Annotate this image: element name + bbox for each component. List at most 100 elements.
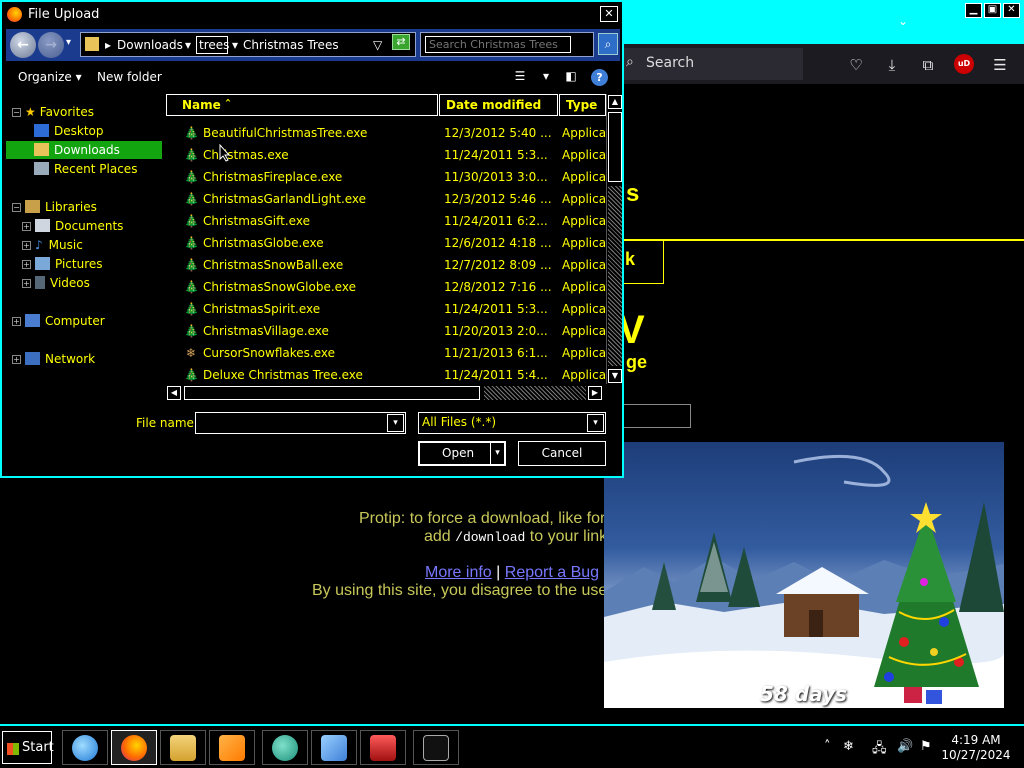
- file-row[interactable]: ❄ CursorSnowflakes.exe 11/21/2013 6:1... Ap…: [166, 342, 606, 364]
- file-row[interactable]: 🎄 Deluxe Christmas Tree.exe 11/24/2011 5:4…: [166, 364, 606, 386]
- address-segment-downloads[interactable]: Downloads: [117, 38, 183, 52]
- taskbar-app-globe[interactable]: [262, 730, 308, 765]
- file-row[interactable]: 🎄 Christmas.exe 11/24/2011 5:3... Applicati: [166, 144, 606, 166]
- scroll-down-icon[interactable]: ▼: [608, 369, 622, 383]
- expand-icon[interactable]: +: [12, 355, 21, 364]
- open-split-dropdown-icon[interactable]: ▾: [490, 443, 504, 464]
- nav-computer[interactable]: + Computer: [12, 312, 105, 330]
- file-row[interactable]: 🎄 BeautifulChristmasTree.exe 12/3/2012 5:4…: [166, 122, 606, 144]
- maximize-button[interactable]: ▣: [984, 3, 1001, 18]
- file-name-dropdown-icon[interactable]: ▾: [387, 414, 404, 432]
- scroll-up-icon[interactable]: ▲: [608, 95, 622, 109]
- minimize-button[interactable]: ▁: [965, 3, 982, 18]
- nav-recent-places[interactable]: Recent Places: [34, 160, 137, 178]
- nav-downloads[interactable]: Downloads: [6, 141, 162, 159]
- action-center-flag-icon[interactable]: ⚑: [920, 739, 932, 754]
- taskbar-toolbox[interactable]: [360, 730, 406, 765]
- column-header-date-modified[interactable]: Date modified: [439, 94, 558, 116]
- scroll-left-icon[interactable]: ◀: [167, 386, 181, 400]
- close-window-button[interactable]: ✕: [1003, 3, 1020, 18]
- view-dropdown-icon[interactable]: ▾: [538, 69, 554, 85]
- taskbar-command-prompt[interactable]: [413, 730, 459, 765]
- file-row[interactable]: 🎄 ChristmasGarlandLight.exe 12/3/2012 5:46…: [166, 188, 606, 210]
- vertical-scroll-thumb[interactable]: [608, 112, 622, 182]
- nav-libraries[interactable]: − Libraries: [12, 198, 97, 216]
- open-button[interactable]: Open ▾: [418, 441, 506, 466]
- new-folder-button[interactable]: New folder: [97, 70, 162, 84]
- christmas-countdown-widget[interactable]: 58 days: [604, 442, 1004, 708]
- recent-locations-dropdown[interactable]: ▾: [66, 37, 71, 48]
- taskbar-clock[interactable]: 4:19 AM 10/27/2024: [938, 733, 1014, 763]
- address-autocomplete[interactable]: Christmas Trees: [243, 38, 339, 52]
- expand-icon[interactable]: +: [22, 241, 31, 250]
- taskbar-media-player[interactable]: [209, 730, 255, 765]
- nav-music[interactable]: + ♪ Music: [22, 236, 83, 254]
- ublock-origin-icon[interactable]: uD: [954, 54, 974, 74]
- organize-button[interactable]: Organize ▾: [18, 70, 82, 84]
- file-row[interactable]: 🎄 ChristmasSnowGlobe.exe 12/8/2012 7:16 ..…: [166, 276, 606, 298]
- downloads-icon[interactable]: ⤓: [882, 56, 902, 74]
- file-row[interactable]: 🎄 ChristmasFireplace.exe 11/30/2013 3:0...…: [166, 166, 606, 188]
- dialog-close-button[interactable]: ✕: [600, 6, 618, 22]
- taskbar-internet-explorer[interactable]: [62, 730, 108, 765]
- address-typed-text[interactable]: trees: [196, 36, 229, 54]
- address-chevron-icon[interactable]: ▸: [105, 38, 111, 52]
- file-type-filter[interactable]: All Files (*.*) ▾: [418, 412, 606, 434]
- file-name-combo[interactable]: ▾: [195, 412, 406, 434]
- column-header-type[interactable]: Type: [559, 94, 606, 116]
- expand-icon[interactable]: +: [22, 279, 31, 288]
- pocket-icon[interactable]: ♡: [846, 56, 866, 74]
- app-menu-icon[interactable]: ☰: [990, 56, 1010, 74]
- volume-tray-icon[interactable]: 🔊: [897, 739, 913, 754]
- forward-button[interactable]: →: [38, 32, 64, 58]
- taskbar-file-explorer[interactable]: [160, 730, 206, 765]
- nav-videos[interactable]: + Videos: [22, 274, 90, 292]
- address-dropdown-icon[interactable]: ▽: [373, 38, 382, 52]
- nav-desktop[interactable]: Desktop: [34, 122, 104, 140]
- column-header-name[interactable]: Name ˆ: [166, 94, 438, 116]
- help-icon[interactable]: ?: [591, 69, 608, 86]
- preview-pane-icon[interactable]: ◧: [563, 69, 579, 85]
- extensions-icon[interactable]: ⧉: [918, 56, 938, 74]
- nav-favorites[interactable]: − ★ Favorites: [12, 103, 94, 121]
- file-name-input[interactable]: [198, 415, 384, 431]
- folder-search-input[interactable]: [425, 36, 571, 53]
- nav-network[interactable]: + Network: [12, 350, 95, 368]
- typed-dropdown-icon[interactable]: ▾: [232, 38, 238, 52]
- browser-search-box[interactable]: ⌕ Search: [620, 48, 803, 80]
- nav-pictures[interactable]: + Pictures: [22, 255, 103, 273]
- expand-icon[interactable]: +: [12, 317, 21, 326]
- more-info-link[interactable]: More info: [425, 564, 492, 581]
- taskbar-control-panel[interactable]: [311, 730, 357, 765]
- show-hidden-icons[interactable]: ˄: [824, 739, 831, 754]
- file-row[interactable]: 🎄 ChristmasSpirit.exe 11/24/2011 5:3... App…: [166, 298, 606, 320]
- search-icon[interactable]: ⌕: [598, 33, 618, 55]
- address-segment-dropdown[interactable]: ▾: [185, 38, 191, 52]
- snowflake-tray-icon[interactable]: ❄: [843, 739, 854, 754]
- dialog-title-bar[interactable]: File Upload ✕: [2, 2, 622, 28]
- file-row[interactable]: 🎄 ChristmasVillage.exe 11/20/2013 2:0... Ap…: [166, 320, 606, 342]
- collapse-icon[interactable]: −: [12, 108, 21, 117]
- file-type-dropdown-icon[interactable]: ▾: [587, 414, 604, 432]
- nav-documents[interactable]: + Documents: [22, 217, 123, 235]
- file-row[interactable]: 🎄 ChristmasGlobe.exe 12/6/2012 4:18 ... App…: [166, 232, 606, 254]
- change-view-icon[interactable]: ☰: [512, 69, 528, 85]
- report-bug-link[interactable]: Report a Bug: [505, 564, 599, 581]
- vertical-scrollbar[interactable]: ▲ ▼: [606, 94, 622, 384]
- refresh-button[interactable]: ⇄: [392, 34, 410, 50]
- list-tabs-chevron-icon[interactable]: ⌄: [898, 14, 908, 28]
- horizontal-scrollbar[interactable]: ◀ ▶: [166, 385, 606, 402]
- network-tray-icon[interactable]: 🖧: [872, 739, 887, 761]
- horizontal-scroll-track[interactable]: [484, 386, 586, 400]
- taskbar-firefox[interactable]: [111, 730, 157, 765]
- address-bar[interactable]: ▸ Downloads ▾ trees ▾ Christmas Trees ▽: [80, 32, 416, 57]
- cancel-button[interactable]: Cancel: [518, 441, 606, 466]
- file-row[interactable]: 🎄 ChristmasSnowBall.exe 12/7/2012 8:09 ...…: [166, 254, 606, 276]
- expand-icon[interactable]: +: [22, 260, 31, 269]
- scroll-right-icon[interactable]: ▶: [588, 386, 602, 400]
- back-button[interactable]: ←: [10, 32, 36, 58]
- vertical-scroll-track[interactable]: [608, 186, 622, 366]
- expand-icon[interactable]: +: [22, 222, 31, 231]
- horizontal-scroll-thumb[interactable]: [184, 386, 480, 400]
- collapse-icon[interactable]: −: [12, 203, 21, 212]
